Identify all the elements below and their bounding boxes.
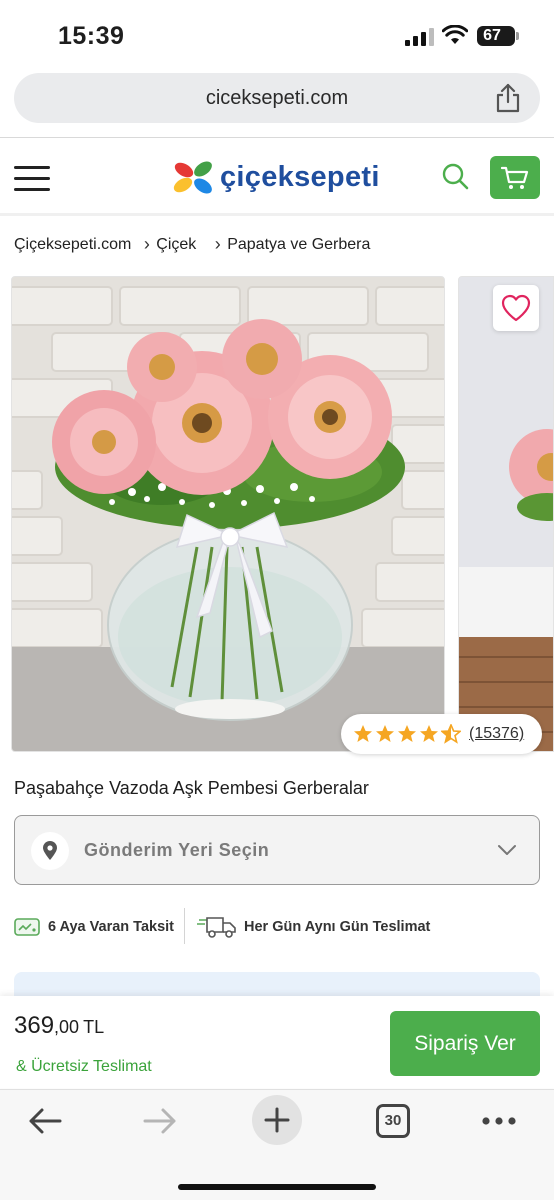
- free-shipping-label: & Ücretsiz Teslimat: [16, 1058, 152, 1075]
- address-bar[interactable]: ciceksepeti.com: [14, 73, 540, 123]
- search-icon[interactable]: [441, 162, 469, 190]
- feature-divider: [184, 908, 185, 944]
- home-indicator: [178, 1184, 376, 1190]
- status-bar: 15:39 67: [0, 0, 554, 70]
- breadcrumb-item-home[interactable]: Çiçeksepeti.com: [14, 236, 131, 254]
- price-currency: TL: [83, 1017, 105, 1037]
- site-logo[interactable]: çiçeksepeti: [172, 158, 384, 198]
- star-half-icon: [441, 724, 461, 744]
- chevron-down-icon: [498, 845, 516, 855]
- purchase-bar: 369,00 TL & Ücretsiz Teslimat Sipariş Ver: [0, 996, 554, 1088]
- wifi-icon: [442, 25, 468, 44]
- cart-icon: [501, 166, 529, 189]
- rating-count[interactable]: (15376): [469, 714, 524, 754]
- hamburger-icon[interactable]: [14, 164, 50, 192]
- delivery-location-placeholder: Gönderim Yeri Seçin: [84, 840, 270, 860]
- star-icon: [376, 725, 394, 742]
- browser-toolbar: 30: [0, 1089, 554, 1200]
- battery-level: 67: [483, 27, 501, 44]
- product-image[interactable]: [11, 276, 445, 752]
- star-icon: [398, 725, 416, 742]
- back-arrow-icon[interactable]: [28, 1107, 62, 1135]
- signal-icon: [405, 28, 434, 46]
- delivery-truck-icon: [197, 917, 236, 938]
- price-integer: 369: [14, 1012, 55, 1039]
- feature-list: 6 Aya Varan Taksit Her Gün Aynı Gün Tesl…: [14, 908, 540, 944]
- breadcrumb: Çiçeksepeti.com › Çiçek › Papatya ve Ger…: [14, 234, 370, 256]
- breadcrumb-item-cicek[interactable]: Çiçek: [156, 236, 196, 254]
- breadcrumb-item-category[interactable]: Papatya ve Gerbera: [227, 236, 370, 254]
- site-header: çiçeksepeti: [0, 140, 554, 216]
- heart-icon: [501, 294, 531, 322]
- star-icon: [420, 725, 438, 742]
- logo-text: çiçeksepeti: [220, 161, 380, 193]
- divider: [0, 137, 554, 138]
- product-photo-next: [459, 277, 553, 751]
- new-tab-button[interactable]: [252, 1095, 302, 1145]
- cart-button[interactable]: [490, 156, 540, 199]
- status-time: 15:39: [58, 22, 125, 50]
- delivery-location-select[interactable]: Gönderim Yeri Seçin: [14, 815, 540, 885]
- product-title: Paşabahçe Vazoda Aşk Pembesi Gerberalar: [14, 778, 369, 798]
- battery-cap: [516, 32, 519, 40]
- tabs-button[interactable]: 30: [376, 1104, 410, 1138]
- product-price: 369,00 TL: [14, 1012, 104, 1040]
- location-pin-icon: [31, 832, 69, 870]
- plus-icon: [264, 1107, 290, 1133]
- product-image-next[interactable]: [458, 276, 554, 752]
- favorite-button[interactable]: [493, 285, 539, 331]
- credit-card-icon: [14, 918, 40, 936]
- star-icon: [354, 725, 372, 742]
- share-icon[interactable]: [494, 83, 522, 113]
- battery-icon: 67: [477, 26, 515, 46]
- forward-arrow-icon[interactable]: [143, 1107, 177, 1135]
- order-button[interactable]: Sipariş Ver: [390, 1011, 540, 1076]
- url-text[interactable]: ciceksepeti.com: [14, 73, 540, 123]
- rating-badge[interactable]: (15376): [341, 714, 542, 754]
- more-icon[interactable]: [481, 1116, 517, 1126]
- product-photo: [12, 277, 444, 751]
- feature-same-day-delivery: Her Gün Aynı Gün Teslimat: [244, 919, 431, 935]
- logo-flower-icon: [173, 161, 212, 194]
- chevron-right-icon: ›: [143, 234, 150, 254]
- feature-installment: 6 Aya Varan Taksit: [48, 919, 175, 935]
- chevron-right-icon: ›: [214, 234, 221, 254]
- price-decimal: ,00: [54, 1017, 80, 1037]
